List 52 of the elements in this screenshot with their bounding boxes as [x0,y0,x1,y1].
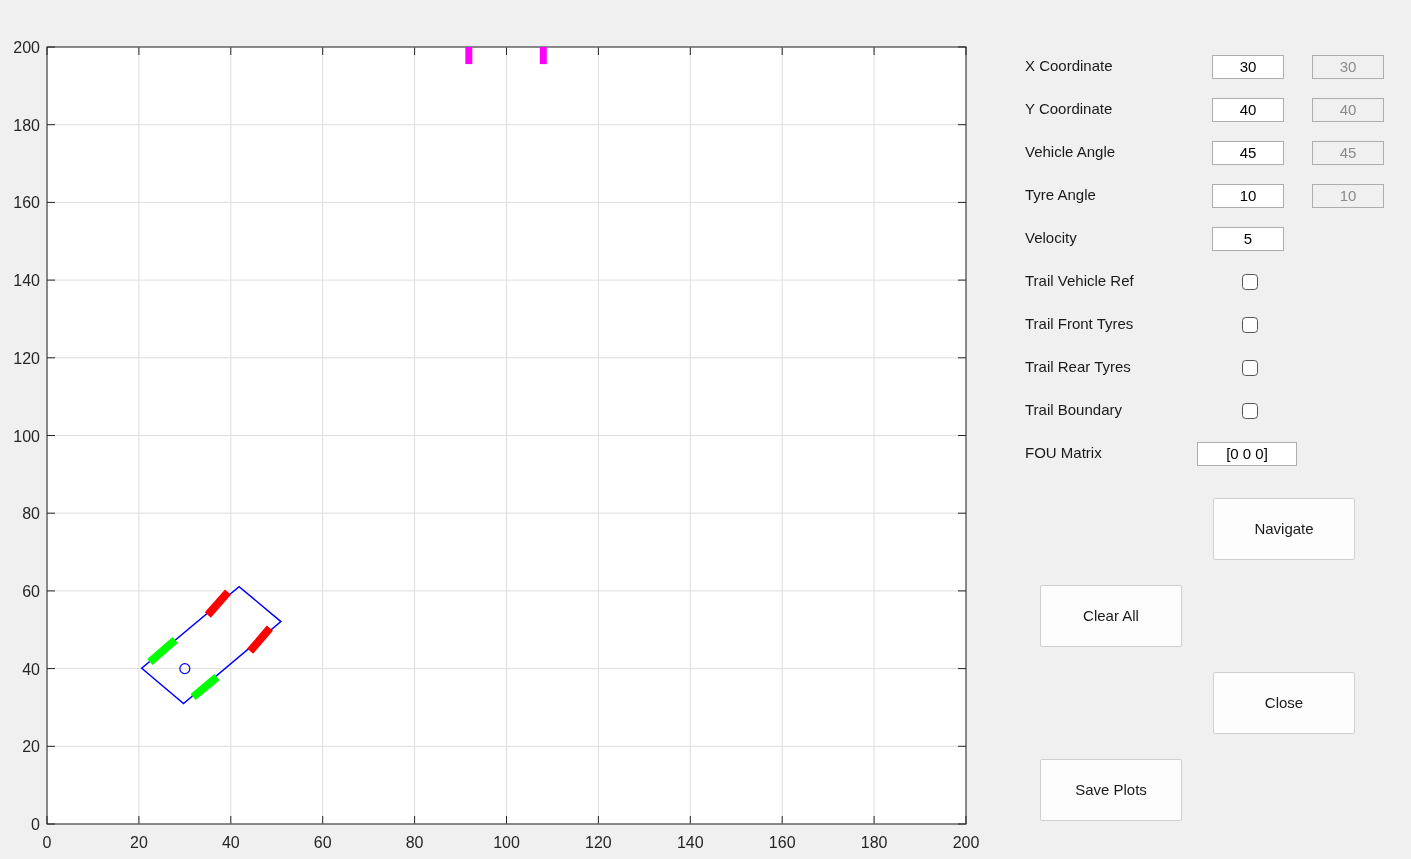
x-tick-label: 40 [221,834,240,851]
readout-field: 10 [1312,183,1384,208]
y-tick-label: 60 [22,582,40,600]
field-label: FOU Matrix [1025,443,1103,464]
matrix-input-field[interactable]: [0 0 0] [1197,441,1297,466]
y-tick-label: 0 [31,816,40,833]
input-field[interactable]: 45 [1212,140,1284,165]
checkbox-label: Trail Vehicle Ref [1025,271,1135,292]
goal-marker [465,47,473,65]
push-button[interactable]: Clear All [1040,585,1182,647]
checkbox-label: Trail Boundary [1025,400,1123,421]
y-tick-label: 180 [13,116,40,134]
y-tick-label: 80 [22,505,40,523]
input-field[interactable]: 40 [1212,97,1284,122]
readout-field: 45 [1312,140,1384,165]
field-label: X Coordinate [1025,56,1114,77]
push-button[interactable]: Navigate [1213,498,1355,560]
y-tick-label: 160 [13,194,40,212]
push-button[interactable]: Close [1213,672,1355,734]
y-tick-label: 140 [13,272,40,290]
goal-marker [539,47,547,65]
checkbox[interactable] [1242,273,1258,290]
checkbox[interactable] [1242,316,1258,333]
readout-field: 30 [1312,54,1384,79]
y-tick-label: 120 [13,349,40,367]
x-tick-label: 80 [405,834,424,851]
readout-field: 40 [1312,97,1384,122]
x-tick-label: 100 [493,834,520,851]
checkbox[interactable] [1242,402,1258,419]
input-field[interactable]: 5 [1212,226,1284,251]
checkbox-label: Trail Rear Tyres [1025,357,1132,378]
input-field[interactable]: 30 [1212,54,1284,79]
field-label: Tyre Angle [1025,185,1097,206]
x-tick-label: 120 [585,834,612,851]
x-tick-label: 20 [130,834,148,851]
checkbox[interactable] [1242,359,1258,376]
y-tick-label: 100 [13,427,40,445]
checkbox-label: Trail Front Tyres [1025,314,1135,335]
push-button[interactable]: Save Plots [1040,759,1182,821]
field-label: Y Coordinate [1025,99,1114,120]
x-tick-label: 140 [676,834,704,851]
x-tick-label: 180 [860,834,888,851]
y-tick-label: 20 [22,738,40,756]
field-label: Vehicle Angle [1025,142,1117,163]
x-tick-label: 160 [768,834,796,851]
field-label: Velocity [1025,228,1078,249]
y-tick-label: 200 [13,39,40,56]
x-tick-label: 0 [42,834,52,851]
y-tick-label: 40 [22,660,40,678]
input-field[interactable]: 10 [1212,183,1284,208]
x-tick-label: 60 [313,834,332,851]
x-tick-label: 200 [952,834,980,851]
